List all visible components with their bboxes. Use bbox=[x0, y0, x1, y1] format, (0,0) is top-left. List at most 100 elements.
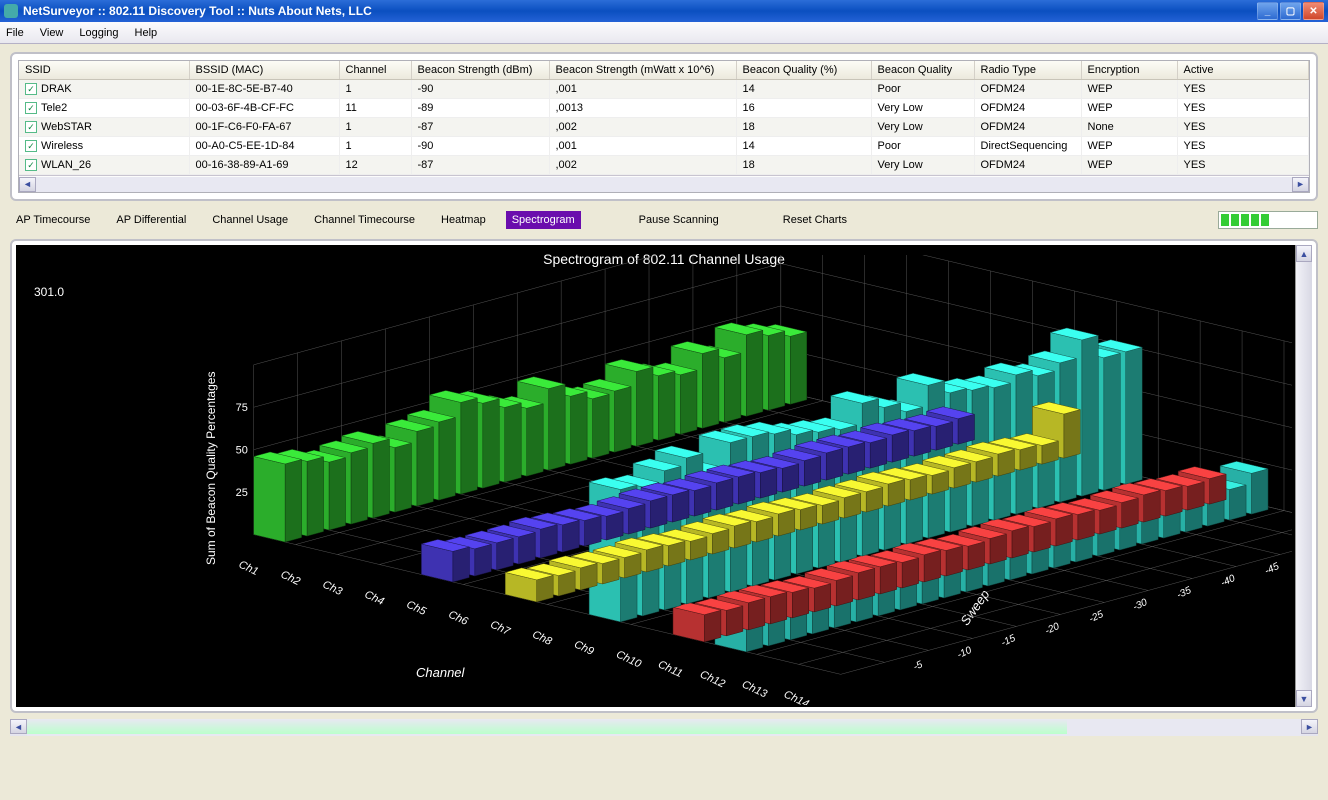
table-cell: Very Low bbox=[871, 156, 974, 175]
svg-text:Ch7: Ch7 bbox=[488, 619, 512, 639]
tab-channel-usage[interactable]: Channel Usage bbox=[206, 211, 294, 229]
chart-h-scrollbar[interactable]: ◄ ► bbox=[10, 719, 1318, 736]
svg-text:Ch9: Ch9 bbox=[572, 639, 595, 658]
col-channel[interactable]: Channel bbox=[339, 61, 411, 80]
chart-svg: 255075Ch1Ch2Ch3Ch4Ch5Ch6Ch7Ch8Ch9Ch10Ch1… bbox=[34, 255, 1292, 704]
table-cell: YES bbox=[1177, 156, 1309, 175]
table-row[interactable]: ✓Tele200-03-6F-4B-CF-FC11-89,001316Very … bbox=[19, 99, 1309, 118]
tab-channel-timecourse[interactable]: Channel Timecourse bbox=[308, 211, 421, 229]
menu-logging[interactable]: Logging bbox=[79, 27, 118, 39]
table-cell: ✓WebSTAR bbox=[19, 118, 189, 137]
table-row[interactable]: ✓Wireless00-A0-C5-EE-1D-841-90,00114Poor… bbox=[19, 137, 1309, 156]
maximize-button[interactable]: ▢ bbox=[1280, 2, 1301, 20]
svg-text:Ch6: Ch6 bbox=[446, 609, 470, 629]
scroll-right-icon[interactable]: ► bbox=[1292, 177, 1309, 192]
row-checkbox[interactable]: ✓ bbox=[25, 159, 37, 171]
svg-text:Ch3: Ch3 bbox=[321, 579, 344, 598]
table-cell: ,0013 bbox=[549, 99, 736, 118]
table-cell: 00-A0-C5-EE-1D-84 bbox=[189, 137, 339, 156]
svg-text:Ch14: Ch14 bbox=[782, 689, 811, 705]
network-table-panel: SSID BSSID (MAC) Channel Beacon Strength… bbox=[10, 52, 1318, 201]
table-header-row: SSID BSSID (MAC) Channel Beacon Strength… bbox=[19, 61, 1309, 80]
table-cell: 12 bbox=[339, 156, 411, 175]
chart-v-scrollbar[interactable]: ▲ ▼ bbox=[1295, 245, 1312, 707]
tab-spectrogram[interactable]: Spectrogram bbox=[506, 211, 581, 229]
close-button[interactable]: ✕ bbox=[1303, 2, 1324, 20]
table-cell: 14 bbox=[736, 80, 871, 99]
table-row[interactable]: ✓DRAK00-1E-8C-5E-B7-401-90,00114PoorOFDM… bbox=[19, 80, 1309, 99]
scroll-right-icon[interactable]: ► bbox=[1301, 719, 1318, 734]
table-h-scrollbar[interactable]: ◄ ► bbox=[19, 175, 1309, 192]
col-beacon-dbm[interactable]: Beacon Strength (dBm) bbox=[411, 61, 549, 80]
row-checkbox[interactable]: ✓ bbox=[25, 102, 37, 114]
svg-text:Ch12: Ch12 bbox=[698, 669, 727, 691]
tab-ap-differential[interactable]: AP Differential bbox=[110, 211, 192, 229]
scroll-up-icon[interactable]: ▲ bbox=[1296, 245, 1312, 262]
menu-bar: File View Logging Help bbox=[0, 22, 1328, 44]
table-cell: ,002 bbox=[549, 118, 736, 137]
col-quality[interactable]: Beacon Quality bbox=[871, 61, 974, 80]
scroll-left-icon[interactable]: ◄ bbox=[19, 177, 36, 192]
table-cell: 00-16-38-89-A1-69 bbox=[189, 156, 339, 175]
svg-text:Ch1: Ch1 bbox=[237, 559, 260, 578]
table-cell: WEP bbox=[1081, 137, 1177, 156]
menu-help[interactable]: Help bbox=[135, 27, 158, 39]
table-cell: ✓DRAK bbox=[19, 80, 189, 99]
minimize-button[interactable]: _ bbox=[1257, 2, 1278, 20]
table-cell: OFDM24 bbox=[974, 156, 1081, 175]
menu-file[interactable]: File bbox=[6, 27, 24, 39]
svg-text:Ch2: Ch2 bbox=[279, 569, 302, 588]
tab-ap-timecourse[interactable]: AP Timecourse bbox=[10, 211, 96, 229]
table-cell: Poor bbox=[871, 137, 974, 156]
table-cell: -90 bbox=[411, 80, 549, 99]
table-row[interactable]: ✓WebSTAR00-1F-C6-F0-FA-671-87,00218Very … bbox=[19, 118, 1309, 137]
menu-view[interactable]: View bbox=[40, 27, 64, 39]
table-cell: ,002 bbox=[549, 156, 736, 175]
svg-text:-30: -30 bbox=[1131, 597, 1149, 613]
table-cell: YES bbox=[1177, 118, 1309, 137]
col-ssid[interactable]: SSID bbox=[19, 61, 189, 80]
window-title: NetSurveyor :: 802.11 Discovery Tool :: … bbox=[23, 4, 372, 18]
table-row[interactable]: ✓WLAN_2600-16-38-89-A1-6912-87,00218Very… bbox=[19, 156, 1309, 175]
svg-text:75: 75 bbox=[236, 403, 248, 415]
col-beacon-mwatt[interactable]: Beacon Strength (mWatt x 10^6) bbox=[549, 61, 736, 80]
table-cell: 11 bbox=[339, 99, 411, 118]
table-cell: -87 bbox=[411, 156, 549, 175]
scroll-down-icon[interactable]: ▼ bbox=[1296, 690, 1312, 707]
title-bar: NetSurveyor :: 802.11 Discovery Tool :: … bbox=[0, 0, 1328, 22]
table-cell: 1 bbox=[339, 118, 411, 137]
table-cell: 18 bbox=[736, 118, 871, 137]
action-pause-scanning[interactable]: Pause Scanning bbox=[633, 211, 725, 229]
col-bssid[interactable]: BSSID (MAC) bbox=[189, 61, 339, 80]
svg-text:Ch4: Ch4 bbox=[363, 589, 386, 608]
row-checkbox[interactable]: ✓ bbox=[25, 140, 37, 152]
tab-heatmap[interactable]: Heatmap bbox=[435, 211, 492, 229]
table-cell: YES bbox=[1177, 99, 1309, 118]
table-cell: 1 bbox=[339, 80, 411, 99]
svg-text:25: 25 bbox=[236, 488, 248, 500]
network-table: SSID BSSID (MAC) Channel Beacon Strength… bbox=[19, 61, 1309, 175]
svg-text:-15: -15 bbox=[1000, 633, 1018, 649]
svg-text:Ch8: Ch8 bbox=[530, 629, 554, 649]
action-reset-charts[interactable]: Reset Charts bbox=[777, 211, 853, 229]
row-checkbox[interactable]: ✓ bbox=[25, 121, 37, 133]
col-active[interactable]: Active bbox=[1177, 61, 1309, 80]
table-cell: OFDM24 bbox=[974, 99, 1081, 118]
svg-text:-35: -35 bbox=[1175, 585, 1193, 601]
col-quality-pct[interactable]: Beacon Quality (%) bbox=[736, 61, 871, 80]
svg-text:Ch10: Ch10 bbox=[614, 649, 644, 671]
chart-panel: Spectrogram of 802.11 Channel Usage 301.… bbox=[10, 239, 1318, 713]
table-cell: Poor bbox=[871, 80, 974, 99]
table-cell: Very Low bbox=[871, 99, 974, 118]
scroll-left-icon[interactable]: ◄ bbox=[10, 719, 27, 734]
svg-text:-20: -20 bbox=[1044, 621, 1062, 637]
row-checkbox[interactable]: ✓ bbox=[25, 83, 37, 95]
table-cell: 1 bbox=[339, 137, 411, 156]
table-cell: YES bbox=[1177, 137, 1309, 156]
col-radio[interactable]: Radio Type bbox=[974, 61, 1081, 80]
table-cell: 00-03-6F-4B-CF-FC bbox=[189, 99, 339, 118]
table-cell: OFDM24 bbox=[974, 118, 1081, 137]
table-cell: None bbox=[1081, 118, 1177, 137]
col-encryption[interactable]: Encryption bbox=[1081, 61, 1177, 80]
table-cell: 14 bbox=[736, 137, 871, 156]
